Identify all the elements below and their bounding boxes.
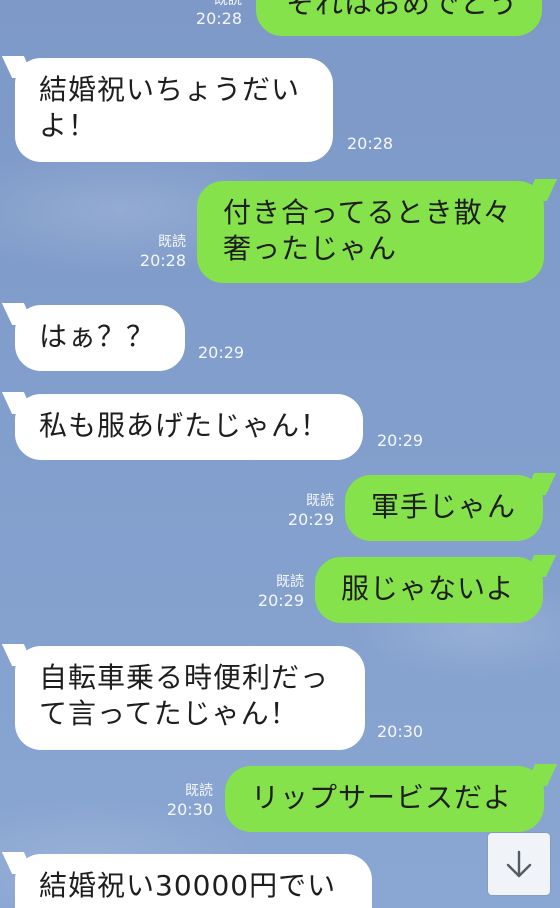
message-time: 20:29 — [377, 431, 424, 450]
message-text-line: 結婚祝い30000円でい — [39, 869, 337, 902]
message-bubble-outgoing[interactable]: リップサービスだよ — [225, 766, 544, 832]
message-text-line: よ！ — [39, 109, 98, 142]
message-time: 20:29 — [287, 510, 334, 529]
read-receipt: 既読 — [276, 574, 304, 590]
read-receipt: 既読 — [214, 0, 242, 8]
message-text-line: 軍手じゃん — [371, 490, 517, 523]
message-text: それはおめでとう — [286, 0, 519, 20]
message-time: 20:29 — [198, 343, 245, 362]
message-bubble-incoming[interactable]: 自転車乗る時便利だっ て言ってたじゃん！ — [15, 646, 365, 750]
message-text-line: 結婚祝いちょうだい — [39, 73, 301, 106]
message-text-line: 奢ったじゃん — [223, 232, 398, 265]
message-time: 20:28 — [139, 251, 186, 270]
message-time: 20:28 — [347, 134, 394, 153]
scroll-to-bottom-button[interactable] — [488, 833, 550, 895]
message-text-line: 私も服あげたじゃん！ — [39, 409, 330, 442]
message-bubble-outgoing[interactable]: 付き合ってるとき散々 奢ったじゃん — [197, 181, 544, 283]
message-text-line: リップサービスだよ — [251, 781, 513, 814]
read-receipt: 既読 — [158, 234, 186, 250]
message-time: 20:28 — [195, 9, 242, 28]
message-time: 20:30 — [166, 800, 213, 819]
message-bubble-outgoing[interactable]: 軍手じゃん — [345, 475, 543, 541]
message-bubble-incoming[interactable]: 私も服あげたじゃん！ — [15, 394, 363, 460]
message-bubble-outgoing[interactable]: 服じゃないよ — [315, 557, 543, 623]
message-meta: 既読 20:28 — [120, 233, 186, 271]
message-time: 20:30 — [377, 722, 424, 741]
message-meta: 既読 20:30 — [147, 782, 213, 820]
message-meta: 既読 20:29 — [238, 573, 304, 611]
read-receipt: 既読 — [306, 493, 334, 509]
message-text-line: 自転車乗る時便利だっ — [39, 661, 330, 694]
message-text-line: て言ってたじゃん！ — [39, 697, 299, 730]
arrow-down-icon — [506, 850, 532, 878]
message-text-line: 服じゃないよ — [341, 572, 515, 605]
message-bubble-incoming[interactable]: はぁ？？ — [15, 305, 185, 371]
message-meta: 既読 20:29 — [268, 492, 334, 530]
message-text-line: 付き合ってるとき散々 — [223, 196, 512, 229]
read-receipt: 既読 — [185, 783, 213, 799]
chat-background[interactable]: 既読 20:28 それはおめでとう 結婚祝いちょうだい よ！ 20:28 既読 … — [0, 0, 560, 908]
message-time: 20:29 — [257, 591, 304, 610]
message-text-line: はぁ？？ — [39, 320, 156, 353]
message-bubble-incoming[interactable]: 結婚祝いちょうだい よ！ — [15, 58, 333, 162]
message-meta: 既読 20:28 — [176, 0, 242, 29]
message-bubble-incoming[interactable]: 結婚祝い30000円でい — [15, 854, 372, 908]
message-bubble-outgoing[interactable]: それはおめでとう — [256, 0, 542, 36]
